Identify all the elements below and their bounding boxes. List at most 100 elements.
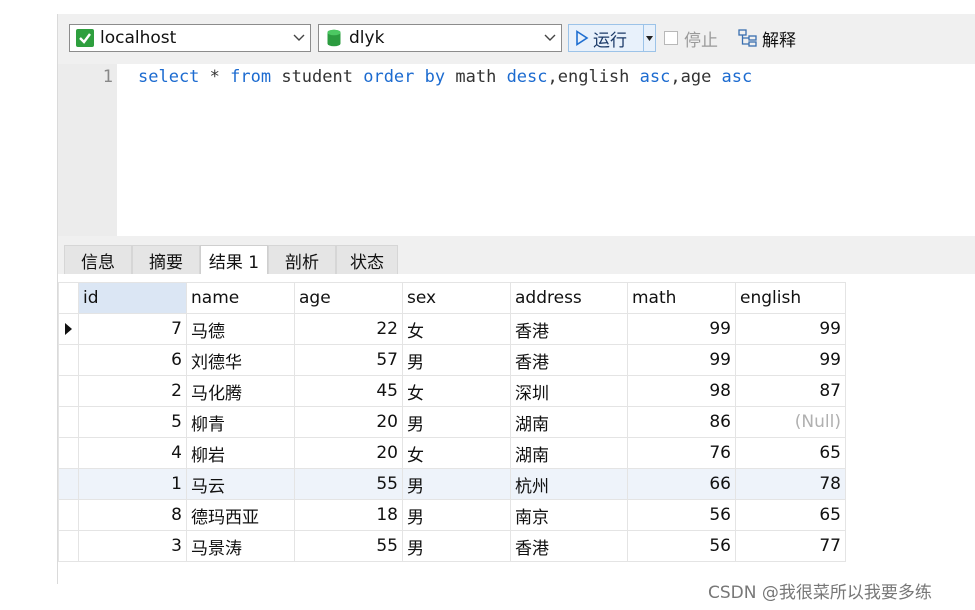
cell-id[interactable]: 8	[78, 499, 187, 531]
cell-age[interactable]: 18	[294, 499, 403, 531]
cell-english[interactable]: 65	[735, 437, 846, 469]
sql-code-line[interactable]: select * from student order by math desc…	[138, 67, 752, 87]
run-dropdown[interactable]	[644, 35, 655, 41]
cell-address[interactable]: 湖南	[510, 406, 628, 438]
cell-math[interactable]: 98	[627, 375, 736, 407]
tab-result-1[interactable]: 结果 1	[200, 245, 268, 274]
cell-math[interactable]: 66	[627, 468, 736, 500]
cell-id[interactable]: 6	[78, 344, 187, 376]
cell-address[interactable]: 香港	[510, 344, 628, 376]
column-header-english[interactable]: english	[735, 282, 846, 314]
column-header-age[interactable]: age	[294, 282, 403, 314]
cell-english[interactable]: 77	[735, 530, 846, 562]
sql-text: ,english	[547, 67, 640, 87]
database-select[interactable]: dlyk	[318, 24, 562, 52]
stop-button[interactable]: 停止	[664, 26, 718, 51]
column-header-id[interactable]: id	[78, 282, 187, 314]
cell-math[interactable]: 86	[627, 406, 736, 438]
table-row[interactable]: 6 刘德华 57 男香港 99 99	[58, 344, 846, 376]
cell-address[interactable]: 深圳	[510, 375, 628, 407]
cell-math[interactable]: 99	[627, 344, 736, 376]
cell-address[interactable]: 湖南	[510, 437, 628, 469]
cell-address[interactable]: 香港	[510, 530, 628, 562]
row-selector[interactable]	[58, 530, 79, 562]
cell-math[interactable]: 99	[627, 313, 736, 345]
cell-id[interactable]: 5	[78, 406, 187, 438]
table-row[interactable]: 8 德玛西亚 18 男南京 56 65	[58, 499, 846, 531]
column-header-math[interactable]: math	[627, 282, 736, 314]
cell-english[interactable]: 87	[735, 375, 846, 407]
cell-math[interactable]: 76	[627, 437, 736, 469]
cell-name[interactable]: 马化腾	[186, 375, 295, 407]
cell-id[interactable]: 7	[78, 313, 187, 345]
cell-sex[interactable]: 女	[402, 375, 511, 407]
row-selector[interactable]	[58, 344, 79, 376]
table-row[interactable]: 4 柳岩 20 女湖南 76 65	[58, 437, 846, 469]
cell-id[interactable]: 3	[78, 530, 187, 562]
cell-address[interactable]: 南京	[510, 499, 628, 531]
table-row[interactable]: 7 马德 22 女香港 99 99	[58, 313, 846, 345]
cell-id[interactable]: 2	[78, 375, 187, 407]
run-button[interactable]: 运行	[568, 24, 656, 52]
tab-status[interactable]: 状态	[336, 245, 398, 274]
table-row[interactable]: 3 马景涛 55 男香港 56 77	[58, 530, 846, 562]
row-selector[interactable]	[58, 375, 79, 407]
column-header-sex[interactable]: sex	[402, 282, 511, 314]
cell-english[interactable]: 78	[735, 468, 846, 500]
cell-math[interactable]: 56	[627, 499, 736, 531]
cell-sex[interactable]: 男	[402, 406, 511, 438]
cell-sex[interactable]: 男	[402, 530, 511, 562]
cell-math[interactable]: 56	[627, 530, 736, 562]
cell-age[interactable]: 55	[294, 468, 403, 500]
cell-age[interactable]: 55	[294, 530, 403, 562]
cell-english[interactable]: 99	[735, 313, 846, 345]
cell-id[interactable]: 4	[78, 437, 187, 469]
cell-sex[interactable]: 男	[402, 499, 511, 531]
cell-english[interactable]: 99	[735, 344, 846, 376]
cell-name[interactable]: 德玛西亚	[186, 499, 295, 531]
column-header-address[interactable]: address	[510, 282, 628, 314]
tab-profile[interactable]: 剖析	[268, 245, 336, 274]
chevron-down-icon[interactable]	[539, 34, 561, 42]
connection-select[interactable]: localhost	[69, 24, 311, 52]
explain-button[interactable]: 解释	[738, 26, 796, 51]
tab-summary[interactable]: 摘要	[132, 245, 200, 274]
row-selector[interactable]	[58, 406, 79, 438]
corner-cell	[58, 282, 79, 314]
cell-name[interactable]: 柳岩	[186, 437, 295, 469]
cell-english[interactable]: 65	[735, 499, 846, 531]
cell-name[interactable]: 马云	[186, 468, 295, 500]
row-selector[interactable]	[58, 313, 79, 345]
cell-id[interactable]: 1	[78, 468, 187, 500]
cell-name[interactable]: 马景涛	[186, 530, 295, 562]
tab-info[interactable]: 信息	[64, 245, 132, 274]
sql-editor[interactable]: 1 select * from student order by math de…	[58, 64, 975, 236]
connection-label: localhost	[100, 28, 177, 48]
cell-name[interactable]: 柳青	[186, 406, 295, 438]
cell-sex[interactable]: 男	[402, 468, 511, 500]
cell-sex[interactable]: 女	[402, 313, 511, 345]
table-row[interactable]: 2 马化腾 45 女深圳 98 87	[58, 375, 846, 407]
table-row[interactable]: 5 柳青 20 男湖南 86 (Null)	[58, 406, 846, 438]
cell-sex[interactable]: 男	[402, 344, 511, 376]
run-main[interactable]: 运行	[569, 25, 644, 51]
sql-keyword: by	[424, 67, 446, 87]
cell-address[interactable]: 香港	[510, 313, 628, 345]
cell-age[interactable]: 20	[294, 437, 403, 469]
row-selector[interactable]	[58, 499, 79, 531]
cell-english[interactable]: (Null)	[735, 406, 846, 438]
cell-age[interactable]: 20	[294, 406, 403, 438]
table-row[interactable]: 1 马云 55 男杭州 66 78	[58, 468, 846, 500]
cell-age[interactable]: 22	[294, 313, 403, 345]
cell-age[interactable]: 45	[294, 375, 403, 407]
chevron-down-icon[interactable]	[288, 34, 310, 42]
line-gutter: 1	[58, 64, 117, 236]
row-selector[interactable]	[58, 437, 79, 469]
row-selector[interactable]	[58, 468, 79, 500]
cell-sex[interactable]: 女	[402, 437, 511, 469]
cell-name[interactable]: 刘德华	[186, 344, 295, 376]
column-header-name[interactable]: name	[186, 282, 295, 314]
cell-address[interactable]: 杭州	[510, 468, 628, 500]
cell-age[interactable]: 57	[294, 344, 403, 376]
cell-name[interactable]: 马德	[186, 313, 295, 345]
